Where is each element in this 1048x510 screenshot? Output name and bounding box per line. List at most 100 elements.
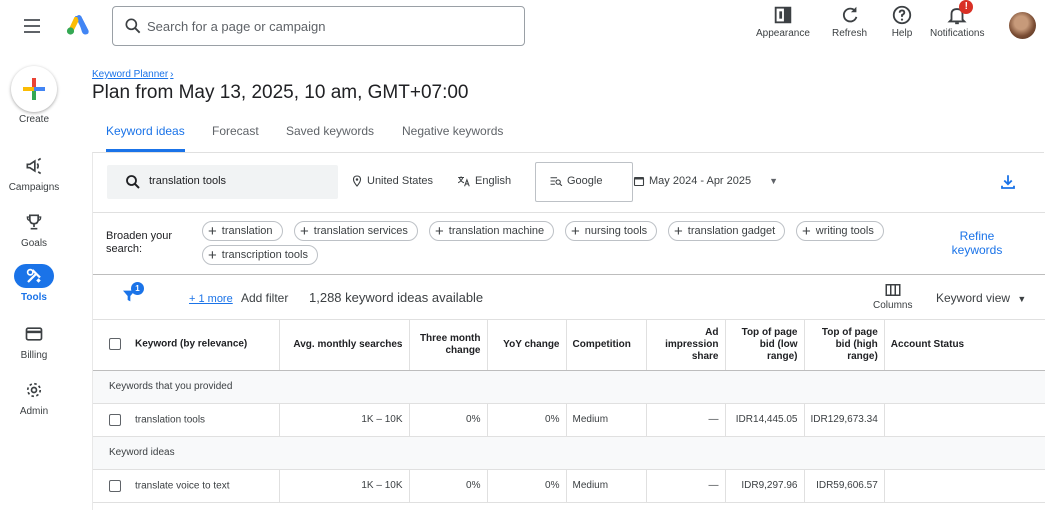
page-title: Plan from May 13, 2025, 10 am, GMT+07:00 (92, 82, 469, 103)
plus-icon: + (300, 222, 309, 240)
plus-icon (23, 78, 45, 100)
date-range-filter[interactable]: May 2024 - Apr 2025 ▼ (633, 175, 778, 187)
yoy-cell: 0% (487, 469, 567, 503)
chip-nursing-tools[interactable]: + nursing tools (565, 221, 658, 241)
keyword-text: translate voice to text (135, 480, 230, 492)
tab-saved-keywords[interactable]: Saved keywords (286, 124, 374, 152)
select-all-checkbox[interactable] (109, 338, 121, 351)
header-avg-monthly-searches[interactable]: Avg. monthly searches (279, 320, 410, 371)
header-yoy-change[interactable]: YoY change (487, 320, 567, 371)
chip-translation-services[interactable]: + translation services (294, 221, 418, 241)
left-nav: Create Campaigns Goals Tools Billing Adm… (0, 52, 68, 510)
google-ads-logo[interactable] (66, 14, 90, 36)
global-search[interactable] (112, 6, 525, 46)
tab-forecast[interactable]: Forecast (212, 124, 259, 152)
location-pin-icon (352, 175, 362, 187)
main-content: Keyword Planner › Plan from May 13, 2025,… (92, 52, 1045, 510)
header-bid-low[interactable]: Top of page bid (low range) (725, 320, 805, 371)
keyword-text: translation tools (135, 414, 206, 426)
appearance-button[interactable]: Appearance (756, 4, 810, 39)
network-filter[interactable]: Google (535, 162, 633, 202)
filter-bar: translation tools United States English … (93, 153, 1045, 213)
refresh-button[interactable]: Refresh (832, 4, 867, 39)
keyword-view-label: Keyword view (936, 291, 1011, 305)
global-search-input[interactable] (147, 15, 507, 37)
header-bid-high[interactable]: Top of page bid (high range) (804, 320, 885, 371)
header-three-month-change[interactable]: Three month change (409, 320, 488, 371)
notification-badge: ! (959, 0, 974, 14)
avg-searches-cell: 1K – 10K (279, 469, 410, 503)
columns-button[interactable]: Columns (873, 282, 912, 311)
menu-icon[interactable] (22, 16, 44, 36)
header-account-status[interactable]: Account Status (884, 320, 1045, 371)
tab-keyword-ideas[interactable]: Keyword ideas (106, 124, 185, 152)
refine-keywords-button[interactable]: Refine keywords (945, 229, 1009, 257)
tab-negative-keywords[interactable]: Negative keywords (402, 124, 503, 152)
broaden-label-text: Broaden your search: (106, 230, 173, 255)
nav-tools[interactable]: Tools (0, 264, 68, 303)
notifications-button[interactable]: ! Notifications (930, 0, 985, 39)
broaden-label: Broaden your search: (106, 230, 186, 256)
language-filter[interactable]: English (457, 175, 511, 187)
group-label: Keyword ideas (93, 436, 1045, 470)
chip-transcription-tools[interactable]: + transcription tools (202, 245, 318, 265)
filter-button[interactable]: 1 (121, 282, 144, 309)
row-checkbox[interactable] (109, 413, 121, 426)
appearance-label: Appearance (756, 28, 810, 39)
chevron-right-icon: › (170, 69, 174, 80)
chip-translation-machine[interactable]: + translation machine (429, 221, 555, 241)
add-filter-button[interactable]: Add filter (241, 291, 288, 305)
more-filters-link[interactable]: + 1 more (189, 293, 233, 305)
location-value: United States (367, 175, 434, 187)
nav-billing-label: Billing (20, 350, 48, 361)
notifications-label: Notifications (930, 28, 985, 39)
account-status-cell (884, 469, 1045, 503)
chip-translation-gadget[interactable]: + translation gadget (668, 221, 786, 241)
breadcrumb[interactable]: Keyword Planner › (92, 69, 174, 80)
keyword-cell: translate voice to text (93, 469, 280, 503)
chip-translation[interactable]: + translation (202, 221, 283, 241)
create-label: Create (18, 114, 49, 125)
keyword-view-dropdown[interactable]: Keyword view ▼ (936, 291, 1026, 305)
language-value: English (475, 175, 512, 187)
appearance-icon (774, 6, 792, 24)
nav-admin[interactable]: Admin (0, 378, 68, 417)
broaden-search: Broaden your search: + translation + trans… (93, 213, 1045, 275)
plus-icon: + (208, 246, 217, 264)
plus-icon: + (208, 222, 217, 240)
keyword-search[interactable]: translation tools (107, 165, 338, 199)
chip-label: transcription tools (221, 249, 308, 261)
table-toolbar: 1 + 1 more Add filter 1,288 keyword idea… (93, 276, 1045, 320)
chip-label: writing tools (815, 225, 874, 237)
location-filter[interactable]: United States (351, 175, 433, 187)
calendar-icon (633, 176, 645, 187)
plus-icon: + (674, 222, 683, 240)
bid-high-cell: IDR59,606.57 (804, 469, 885, 503)
trophy-icon (26, 214, 42, 230)
group-row-ideas: Keyword ideas (93, 436, 1045, 470)
credit-card-icon (25, 327, 43, 341)
chevron-down-icon: ▼ (769, 176, 779, 186)
nav-billing[interactable]: Billing (0, 322, 68, 361)
translate-icon (457, 176, 470, 187)
impression-share-cell: — (646, 469, 726, 503)
nav-campaigns[interactable]: Campaigns (0, 154, 68, 193)
group-label: Keywords that you provided (93, 370, 1045, 404)
nav-goals[interactable]: Goals (0, 210, 68, 249)
row-checkbox[interactable] (109, 479, 121, 492)
chip-writing-tools[interactable]: + writing tools (796, 221, 884, 241)
nav-tools-label: Tools (21, 292, 47, 303)
yoy-cell: 0% (487, 403, 567, 437)
download-icon[interactable] (999, 173, 1017, 191)
create-button[interactable] (11, 66, 57, 112)
header-competition[interactable]: Competition (566, 320, 647, 371)
chip-label: translation gadget (687, 225, 776, 237)
header-ad-impression-share[interactable]: Ad impression share (646, 320, 726, 371)
avatar[interactable] (1009, 12, 1036, 39)
help-button[interactable]: Help (891, 4, 913, 39)
group-row-provided: Keywords that you provided (93, 370, 1045, 404)
header-keyword[interactable]: Keyword (by relevance) (93, 320, 280, 371)
date-range-value: May 2024 - Apr 2025 (649, 175, 752, 187)
help-label: Help (891, 28, 913, 39)
breadcrumb-keyword-planner[interactable]: Keyword Planner (92, 69, 168, 80)
